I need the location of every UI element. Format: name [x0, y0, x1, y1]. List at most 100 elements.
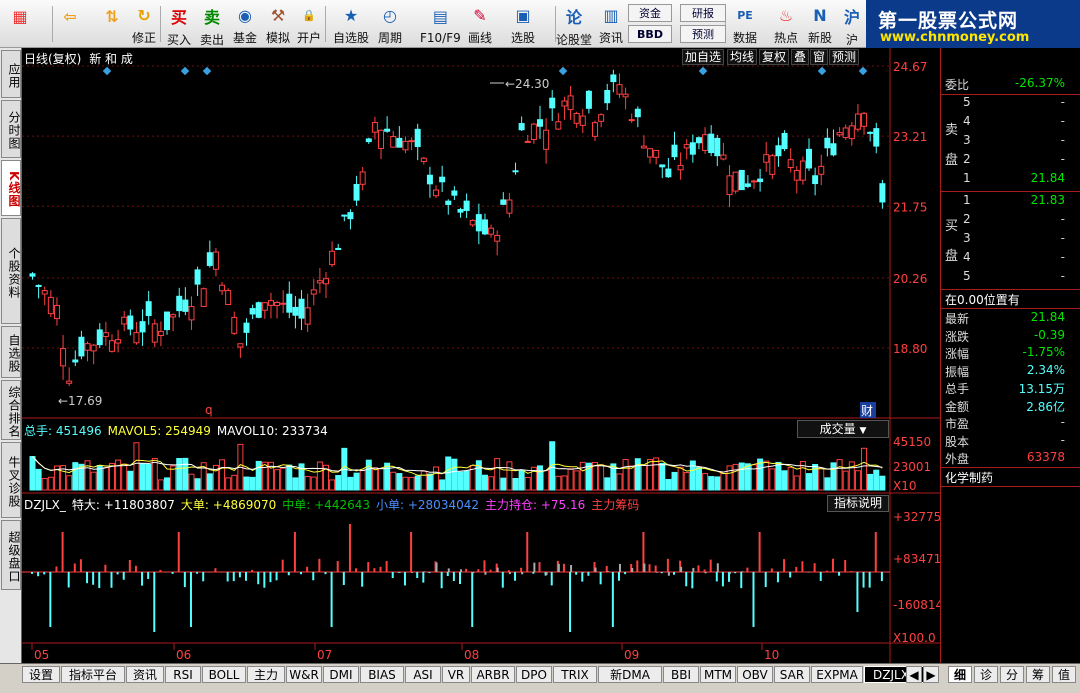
chart-btn-2[interactable]: 复权 [759, 49, 790, 65]
f10-tool-button[interactable]: ▤ F10/F9 [420, 2, 461, 46]
indicator-help-button[interactable]: 指标说明 [827, 495, 889, 512]
favorites-tool-button[interactable]: ★ 自选股 [333, 2, 369, 46]
indicator-tab-5[interactable]: 主力 [247, 666, 285, 683]
buy-tool-button[interactable]: 买买入 [167, 2, 192, 47]
shanghai-tool-button[interactable]: 沪沪 [840, 2, 864, 47]
candle-body [176, 295, 183, 312]
chart-canvas[interactable]: 24.67 23.21 21.75 20.26 18.80 ←24.30 ←17.69 q 财 4… [22, 48, 940, 663]
tool-label: 选股 [511, 31, 536, 45]
indicator-tab-7[interactable]: DMI [323, 666, 359, 683]
indicator-tab-6[interactable]: W&R [286, 666, 322, 683]
kline-chart-area[interactable]: 24.67 23.21 21.75 20.26 18.80 ←24.30 ←17.69 q 财 4… [22, 48, 940, 663]
left-tab-5[interactable]: 综合排名 [1, 380, 21, 440]
forum-tool-button[interactable]: 论论股堂 [556, 2, 592, 47]
volume-type-dropdown[interactable]: 成交量 ▼ [797, 420, 889, 438]
indicator-tab-1[interactable]: 指标平台 [61, 666, 125, 683]
hot-tool-button[interactable]: ♨ 热点 [774, 2, 798, 46]
volume-bar [683, 472, 690, 491]
chart-btn-5[interactable]: 预测 [829, 49, 860, 65]
quote-tab-1[interactable]: 诊 [974, 666, 998, 683]
screen-tool-button[interactable]: ▣ 选股 [511, 2, 535, 46]
candle-body [115, 339, 122, 344]
candle-body [231, 316, 238, 334]
indicator-tab-15[interactable]: BBI [663, 666, 699, 683]
indicator-tab-8[interactable]: BIAS [360, 666, 404, 683]
event-marker-icon [817, 66, 827, 76]
forecast-button[interactable]: 预测 [680, 25, 726, 43]
indicator-tab-11[interactable]: ARBR [471, 666, 515, 683]
quote-tab-2[interactable]: 分 [1000, 666, 1024, 683]
quote-tab-4[interactable]: 值 [1052, 666, 1076, 683]
quote-tab-3[interactable]: 筹 [1026, 666, 1050, 683]
sell-tool-button[interactable]: 卖卖出 [200, 2, 224, 47]
up-down-arrow-tool-button[interactable]: ⇅ [100, 2, 124, 46]
indicator-tab-3[interactable]: RSI [165, 666, 201, 683]
lock-tool-button[interactable]: 🔒 开户 [297, 2, 321, 46]
fund-tool-button[interactable]: ◉ 基金 [233, 2, 257, 46]
chart-btn-3[interactable]: 叠 [791, 49, 810, 65]
legend-item: 总手: 451496 [24, 424, 102, 438]
row-value: -1.75% [1022, 345, 1065, 359]
bbd-button[interactable]: BBD [628, 25, 672, 43]
left-tab-4[interactable]: 自选股 [1, 326, 21, 378]
candle-body [182, 299, 189, 312]
indicator-tab-9[interactable]: ASI [405, 666, 441, 683]
volume-bar [873, 469, 880, 491]
indicator-tab-13[interactable]: TRIX [553, 666, 597, 683]
volume-bar [359, 470, 366, 491]
volume-bar [640, 464, 647, 491]
capital-button[interactable]: 资金 [628, 4, 672, 22]
volume-bar [371, 467, 378, 491]
pencil-tool-button[interactable]: ✎ 画线 [468, 2, 492, 46]
candle-body [781, 132, 788, 150]
indicator-tab-4[interactable]: BOLL [202, 666, 246, 683]
chart-btn-4[interactable]: 窗 [810, 49, 829, 65]
indicator-tab-18[interactable]: SAR [774, 666, 810, 683]
news-tool-button[interactable]: ▥ 资讯 [599, 2, 623, 46]
volume-bar [494, 458, 501, 491]
left-tab-0[interactable]: 应用 [1, 50, 21, 98]
divider [941, 191, 1080, 192]
month-label: 10 [764, 648, 779, 662]
indicator-tab-2[interactable]: 资讯 [126, 666, 164, 683]
indicator-tab-0[interactable]: 设置 [22, 666, 60, 683]
indicator-tab-14[interactable]: 新DMA [598, 666, 662, 683]
home-grid-tool-button[interactable]: ▦ [8, 2, 32, 46]
left-tab-7[interactable]: 超级盘口 [1, 520, 21, 590]
row-key: 委比 [945, 78, 970, 92]
pe-tool-button[interactable]: PE 数据 [733, 2, 757, 46]
chart-btn-1[interactable]: 均线 [727, 49, 758, 65]
hammer-tool-button[interactable]: ⚒ 模拟 [266, 2, 290, 46]
indicator-tab-16[interactable]: MTM [700, 666, 736, 683]
indicator-tab-19[interactable]: EXPMA [811, 666, 863, 683]
back-arrow-tool-button[interactable]: ⇦ [58, 2, 82, 46]
tool-label: 买入 [167, 33, 192, 47]
indicator-tab-10[interactable]: VR [442, 666, 470, 683]
refresh-tool-button[interactable]: ↻ 修正 [132, 2, 156, 46]
indicator-axis-label: +327756 [893, 510, 940, 524]
left-tab-1[interactable]: 分时图 [1, 100, 21, 158]
sell-level-row: 4- [941, 114, 1080, 133]
event-marker-icon [858, 66, 868, 76]
left-tab-6[interactable]: 牛叉诊股 [1, 442, 21, 518]
research-button[interactable]: 研报 [680, 4, 726, 22]
quote-tab-0[interactable]: 细 [948, 666, 972, 683]
candle-body [463, 200, 470, 211]
brand-url: www.chnmoney.com [880, 30, 1030, 45]
candle-body [775, 145, 782, 157]
scroll-right-icon[interactable]: ▶ [923, 666, 939, 683]
volume-bar [164, 477, 171, 491]
indicator-axis-label: +83471 [893, 552, 940, 566]
left-tab-3[interactable]: 个股资料 [1, 218, 21, 324]
volume-bar [573, 470, 580, 491]
sell-level-row: 2- [941, 152, 1080, 171]
tool-label: 周期 [378, 31, 403, 45]
indicator-tab-12[interactable]: DPO [516, 666, 552, 683]
clock-tool-button[interactable]: ◴ 周期 [378, 2, 402, 46]
scroll-left-icon[interactable]: ◀ [906, 666, 922, 683]
chart-btn-0[interactable]: 加自选 [682, 49, 725, 65]
left-tab-2[interactable]: K线图 [1, 160, 21, 216]
indicator-tab-17[interactable]: OBV [737, 666, 773, 683]
new-stock-tool-button[interactable]: N 新股 [808, 2, 832, 46]
level-price: - [1060, 231, 1065, 245]
